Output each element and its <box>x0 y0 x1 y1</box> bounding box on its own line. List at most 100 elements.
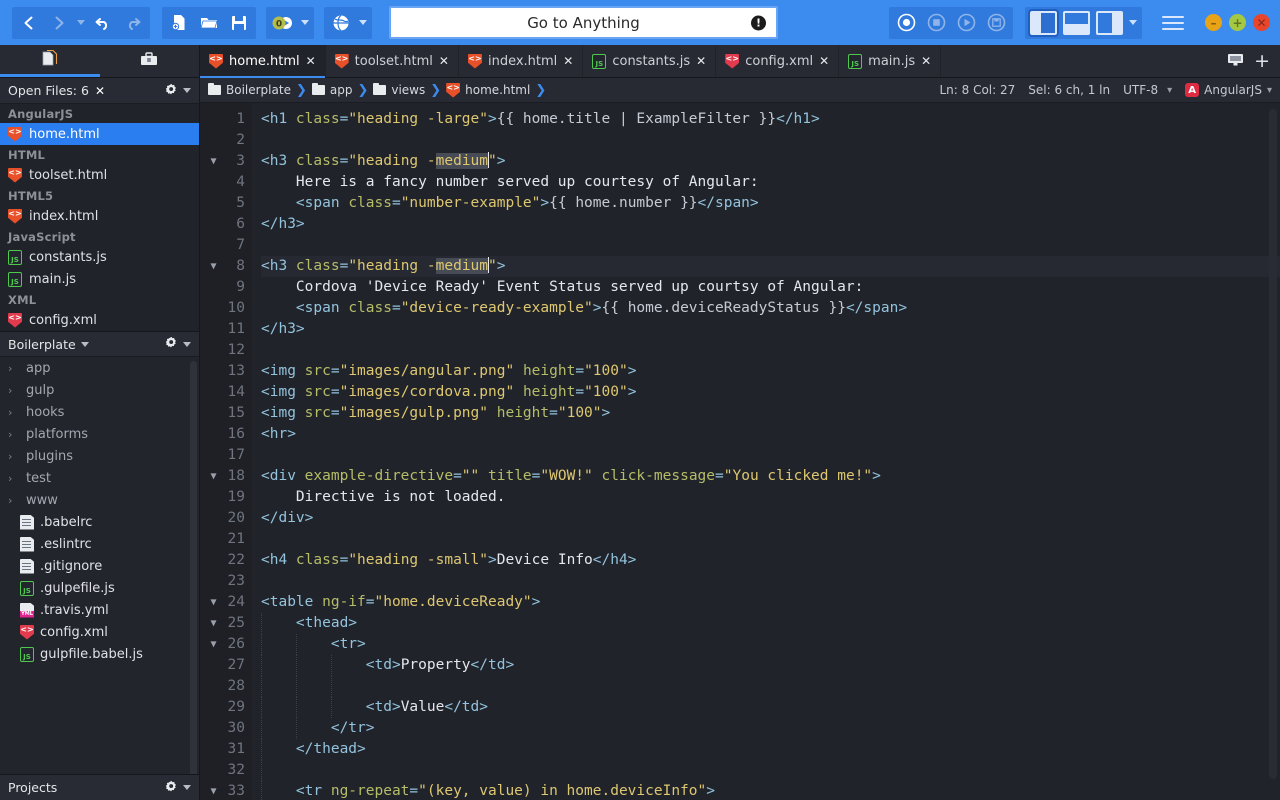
chevron-down-icon[interactable]: ▾ <box>1167 85 1172 96</box>
encoding-indicator[interactable]: UTF-8 <box>1123 83 1158 97</box>
editor-tab[interactable]: <>home.html✕ <box>200 45 326 77</box>
code-line[interactable]: <tr> <box>261 634 1280 655</box>
code-line[interactable]: </thead> <box>261 739 1280 760</box>
gear-icon[interactable] <box>165 83 178 99</box>
open-file-item[interactable]: JSmain.js <box>0 268 199 290</box>
breadcrumb-item[interactable]: <>home.html <box>446 83 530 98</box>
code-line[interactable]: <tr ng-repeat="(key, value) in home.devi… <box>261 781 1280 800</box>
selection-indicator[interactable]: Sel: 6 ch, 1 ln <box>1028 83 1110 97</box>
code-fold-toggle-icon[interactable]: ▼ <box>208 256 219 277</box>
open-file-item[interactable]: <>index.html <box>0 205 199 227</box>
maximize-icon[interactable]: + <box>1229 14 1246 31</box>
hamburger-menu-icon[interactable] <box>1162 12 1184 34</box>
editor-tab[interactable]: JSconstants.js✕ <box>583 45 716 77</box>
code-line[interactable]: <hr> <box>261 424 1280 445</box>
chevron-down-icon[interactable] <box>74 8 88 38</box>
open-file-item[interactable]: JSconstants.js <box>0 246 199 268</box>
redo-button[interactable] <box>118 8 148 38</box>
code-line[interactable]: </h3> <box>261 319 1280 340</box>
code-line[interactable] <box>261 235 1280 256</box>
editor-tab[interactable]: JSmain.js✕ <box>839 45 941 77</box>
editor-tab[interactable]: <>index.html✕ <box>459 45 583 77</box>
sidebar-tab-files[interactable] <box>0 45 100 77</box>
chevron-down-icon[interactable] <box>183 88 191 93</box>
terminal-icon[interactable] <box>1227 52 1244 71</box>
tree-file-item[interactable]: JS.gulpefile.js <box>0 577 199 599</box>
play-button[interactable] <box>951 8 981 38</box>
code-fold-toggle-icon[interactable]: ▼ <box>208 151 219 172</box>
code-line[interactable]: Cordova 'Device Ready' Event Status serv… <box>261 277 1280 298</box>
tree-file-item[interactable]: .eslintrc <box>0 533 199 555</box>
chevron-down-icon[interactable] <box>81 342 89 347</box>
chevron-right-icon[interactable]: › <box>8 406 20 419</box>
tree-file-item[interactable]: .travis.yml <box>0 599 199 621</box>
open-folder-button[interactable] <box>194 8 224 38</box>
code-line[interactable]: <thead> <box>261 613 1280 634</box>
tree-file-item[interactable]: .gitignore <box>0 555 199 577</box>
code-line[interactable]: <td>Property</td> <box>261 655 1280 676</box>
open-file-item[interactable]: <>home.html <box>0 123 199 145</box>
tree-folder-item[interactable]: ›gulp <box>0 379 199 401</box>
chevron-down-icon[interactable] <box>298 8 312 38</box>
go-to-anything-search[interactable]: Go to Anything ! <box>389 6 778 39</box>
new-file-button[interactable] <box>164 8 194 38</box>
code-line[interactable]: Here is a fancy number served up courtes… <box>261 172 1280 193</box>
code-line[interactable]: <span class="number-example">{{ home.num… <box>261 193 1280 214</box>
gear-icon[interactable] <box>165 336 178 352</box>
tree-file-item[interactable]: .babelrc <box>0 511 199 533</box>
sidebar-tab-toolbox[interactable] <box>100 45 200 77</box>
syntax-mode-indicator[interactable]: AngularJS <box>1204 83 1262 97</box>
save-file-button[interactable] <box>224 8 254 38</box>
undo-button[interactable] <box>88 8 118 38</box>
open-file-item[interactable]: <>config.xml <box>0 309 199 331</box>
code-line[interactable]: <h1 class="heading -large">{{ home.title… <box>261 109 1280 130</box>
tab-close-icon[interactable]: ✕ <box>696 54 706 68</box>
code-line[interactable] <box>261 676 1280 697</box>
tab-close-icon[interactable]: ✕ <box>921 54 931 68</box>
project-tree-scrollbar[interactable] <box>190 361 197 774</box>
chevron-right-icon[interactable]: › <box>8 450 20 463</box>
tree-folder-item[interactable]: ›test <box>0 467 199 489</box>
tab-close-icon[interactable]: ✕ <box>306 54 316 68</box>
chevron-down-icon[interactable] <box>356 8 370 38</box>
chevron-right-icon[interactable]: › <box>8 494 20 507</box>
chevron-right-icon[interactable]: › <box>8 472 20 485</box>
code-line[interactable]: Directive is not loaded. <box>261 487 1280 508</box>
code-line[interactable]: <span class="device-ready-example">{{ ho… <box>261 298 1280 319</box>
code-line[interactable] <box>261 130 1280 151</box>
macro-record-button[interactable]: 0 <box>268 8 298 38</box>
code-line[interactable]: </h3> <box>261 214 1280 235</box>
tree-folder-item[interactable]: ›hooks <box>0 401 199 423</box>
code-line[interactable] <box>261 529 1280 550</box>
tree-folder-item[interactable]: ›app <box>0 357 199 379</box>
save-macro-button[interactable] <box>981 8 1011 38</box>
tree-folder-item[interactable]: ›platforms <box>0 423 199 445</box>
editor-tab[interactable]: <>toolset.html✕ <box>326 45 459 77</box>
tab-close-icon[interactable]: ✕ <box>563 54 573 68</box>
chevron-down-icon[interactable] <box>1126 8 1140 38</box>
code-editor[interactable]: 12▼34567▼891011121314151617▼181920212223… <box>200 103 1280 800</box>
record-button[interactable] <box>891 8 921 38</box>
code-line[interactable]: <img src="images/angular.png" height="10… <box>261 361 1280 382</box>
code-line[interactable] <box>261 340 1280 361</box>
code-fold-toggle-icon[interactable]: ▼ <box>208 781 219 800</box>
open-files-close-icon[interactable]: ✕ <box>95 84 105 98</box>
code-line[interactable]: </tr> <box>261 718 1280 739</box>
code-line[interactable]: <img src="images/gulp.png" height="100"> <box>261 403 1280 424</box>
code-line[interactable] <box>261 571 1280 592</box>
tree-folder-item[interactable]: ›plugins <box>0 445 199 467</box>
stop-button[interactable] <box>921 8 951 38</box>
code-fold-toggle-icon[interactable]: ▼ <box>208 592 219 613</box>
code-fold-toggle-icon[interactable]: ▼ <box>208 613 219 634</box>
code-line[interactable]: </div> <box>261 508 1280 529</box>
chevron-right-icon[interactable]: › <box>8 428 20 441</box>
code-fold-toggle-icon[interactable]: ▼ <box>208 466 219 487</box>
tab-close-icon[interactable]: ✕ <box>819 54 829 68</box>
code-line[interactable]: <h3 class="heading -medium"> <box>261 151 1280 172</box>
tab-close-icon[interactable]: ✕ <box>439 54 449 68</box>
breadcrumb-item[interactable]: views <box>373 83 425 97</box>
code-content[interactable]: <h1 class="heading -large">{{ home.title… <box>252 103 1280 800</box>
tree-file-item[interactable]: JSgulpfile.babel.js <box>0 643 199 665</box>
chevron-down-icon[interactable] <box>183 342 191 347</box>
live-preview-button[interactable] <box>326 8 356 38</box>
